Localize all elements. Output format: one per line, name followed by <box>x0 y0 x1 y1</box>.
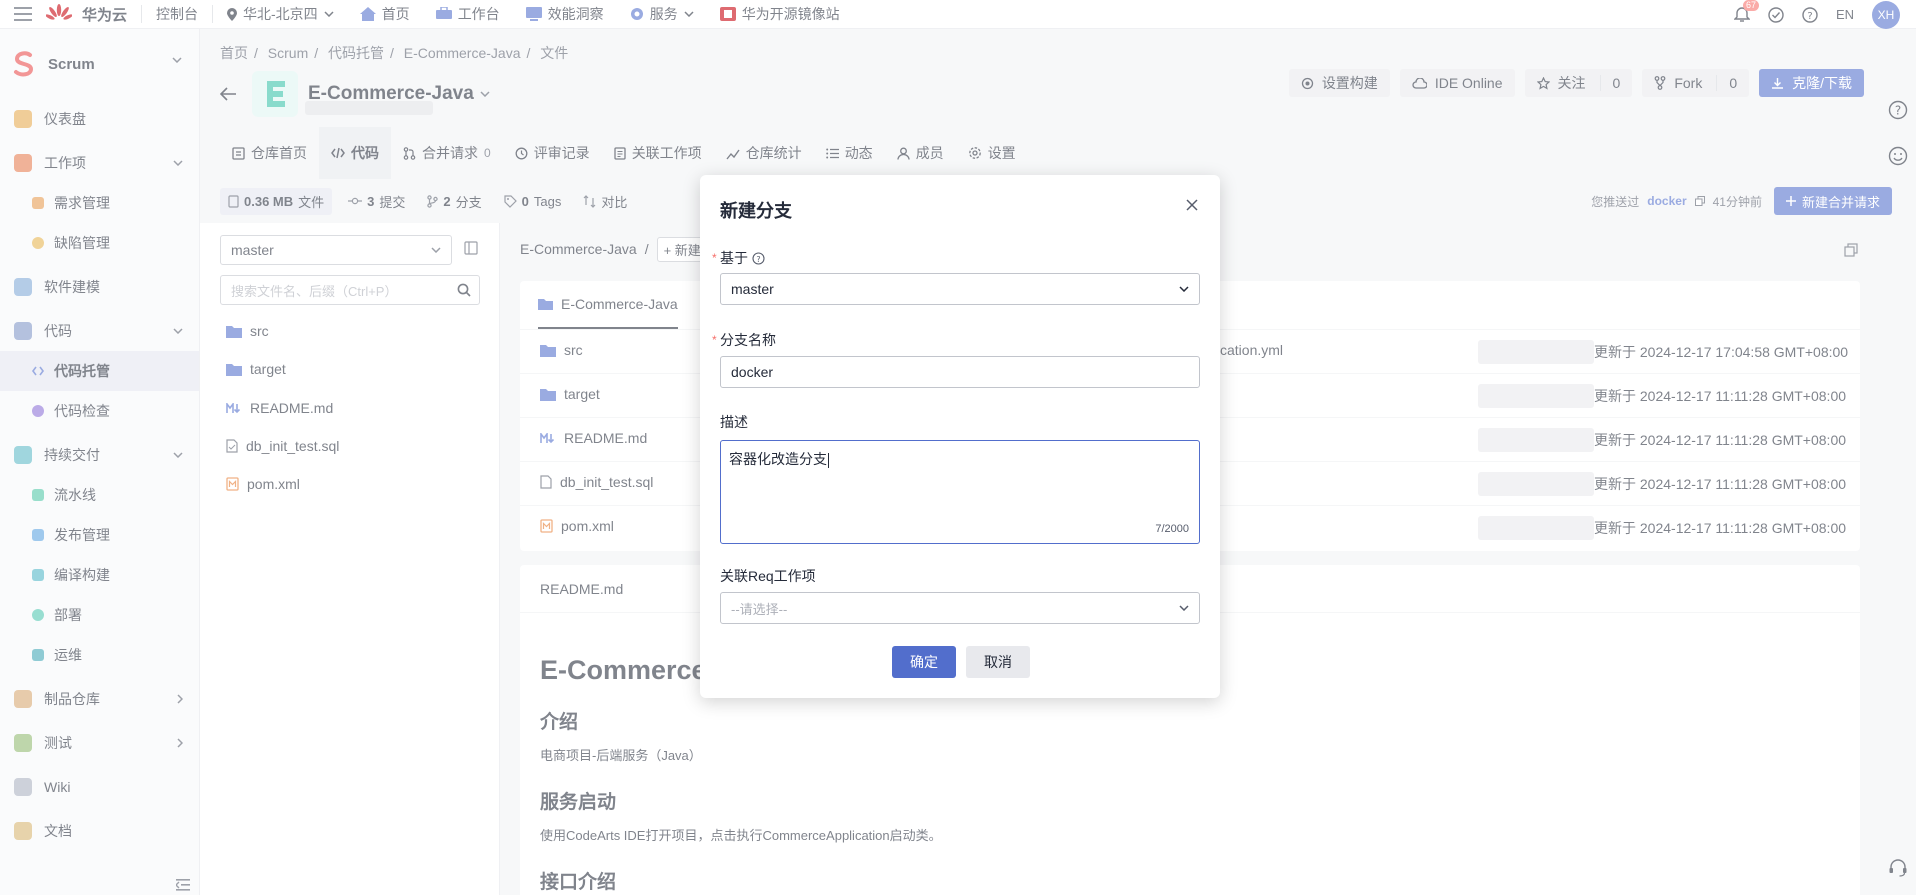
branch-name-input[interactable]: docker <box>720 356 1200 388</box>
description-value: 容器化改造分支 <box>729 451 827 467</box>
based-on-label: * 基于 ? <box>712 248 765 268</box>
linked-workitem-text: 关联Req工作项 <box>720 568 816 584</box>
confirm-button[interactable]: 确定 <box>892 646 956 678</box>
svg-text:?: ? <box>756 254 760 263</box>
cancel-button[interactable]: 取消 <box>966 646 1030 678</box>
branch-name-text: 分支名称 <box>720 332 776 348</box>
description-char-count: 7/2000 <box>1155 523 1189 535</box>
based-on-select[interactable]: master <box>720 273 1200 305</box>
chevron-down-icon <box>1179 286 1189 292</box>
branch-name-value: docker <box>731 364 774 380</box>
linked-workitem-placeholder: --请选择-- <box>731 601 788 617</box>
description-textarea[interactable]: 容器化改造分支 7/2000 <box>720 440 1200 544</box>
text-caret <box>828 452 829 468</box>
description-text: 描述 <box>720 414 748 430</box>
based-on-text: 基于 <box>720 250 748 266</box>
chevron-down-icon <box>1179 605 1189 611</box>
required-mark: * <box>712 333 717 347</box>
linked-workitem-label: 关联Req工作项 <box>720 566 816 586</box>
help-circle-icon[interactable]: ? <box>752 251 765 265</box>
required-mark: * <box>712 251 717 265</box>
description-label: 描述 <box>720 412 748 432</box>
based-on-value: master <box>731 281 774 297</box>
new-branch-dialog: 新建分支 * 基于 ? master * 分支名称 docker 描述 容器化改… <box>700 175 1220 698</box>
dialog-title: 新建分支 <box>720 201 792 221</box>
close-icon[interactable] <box>1186 199 1198 211</box>
linked-workitem-select[interactable]: --请选择-- <box>720 592 1200 624</box>
branch-name-label: * 分支名称 <box>712 330 776 350</box>
